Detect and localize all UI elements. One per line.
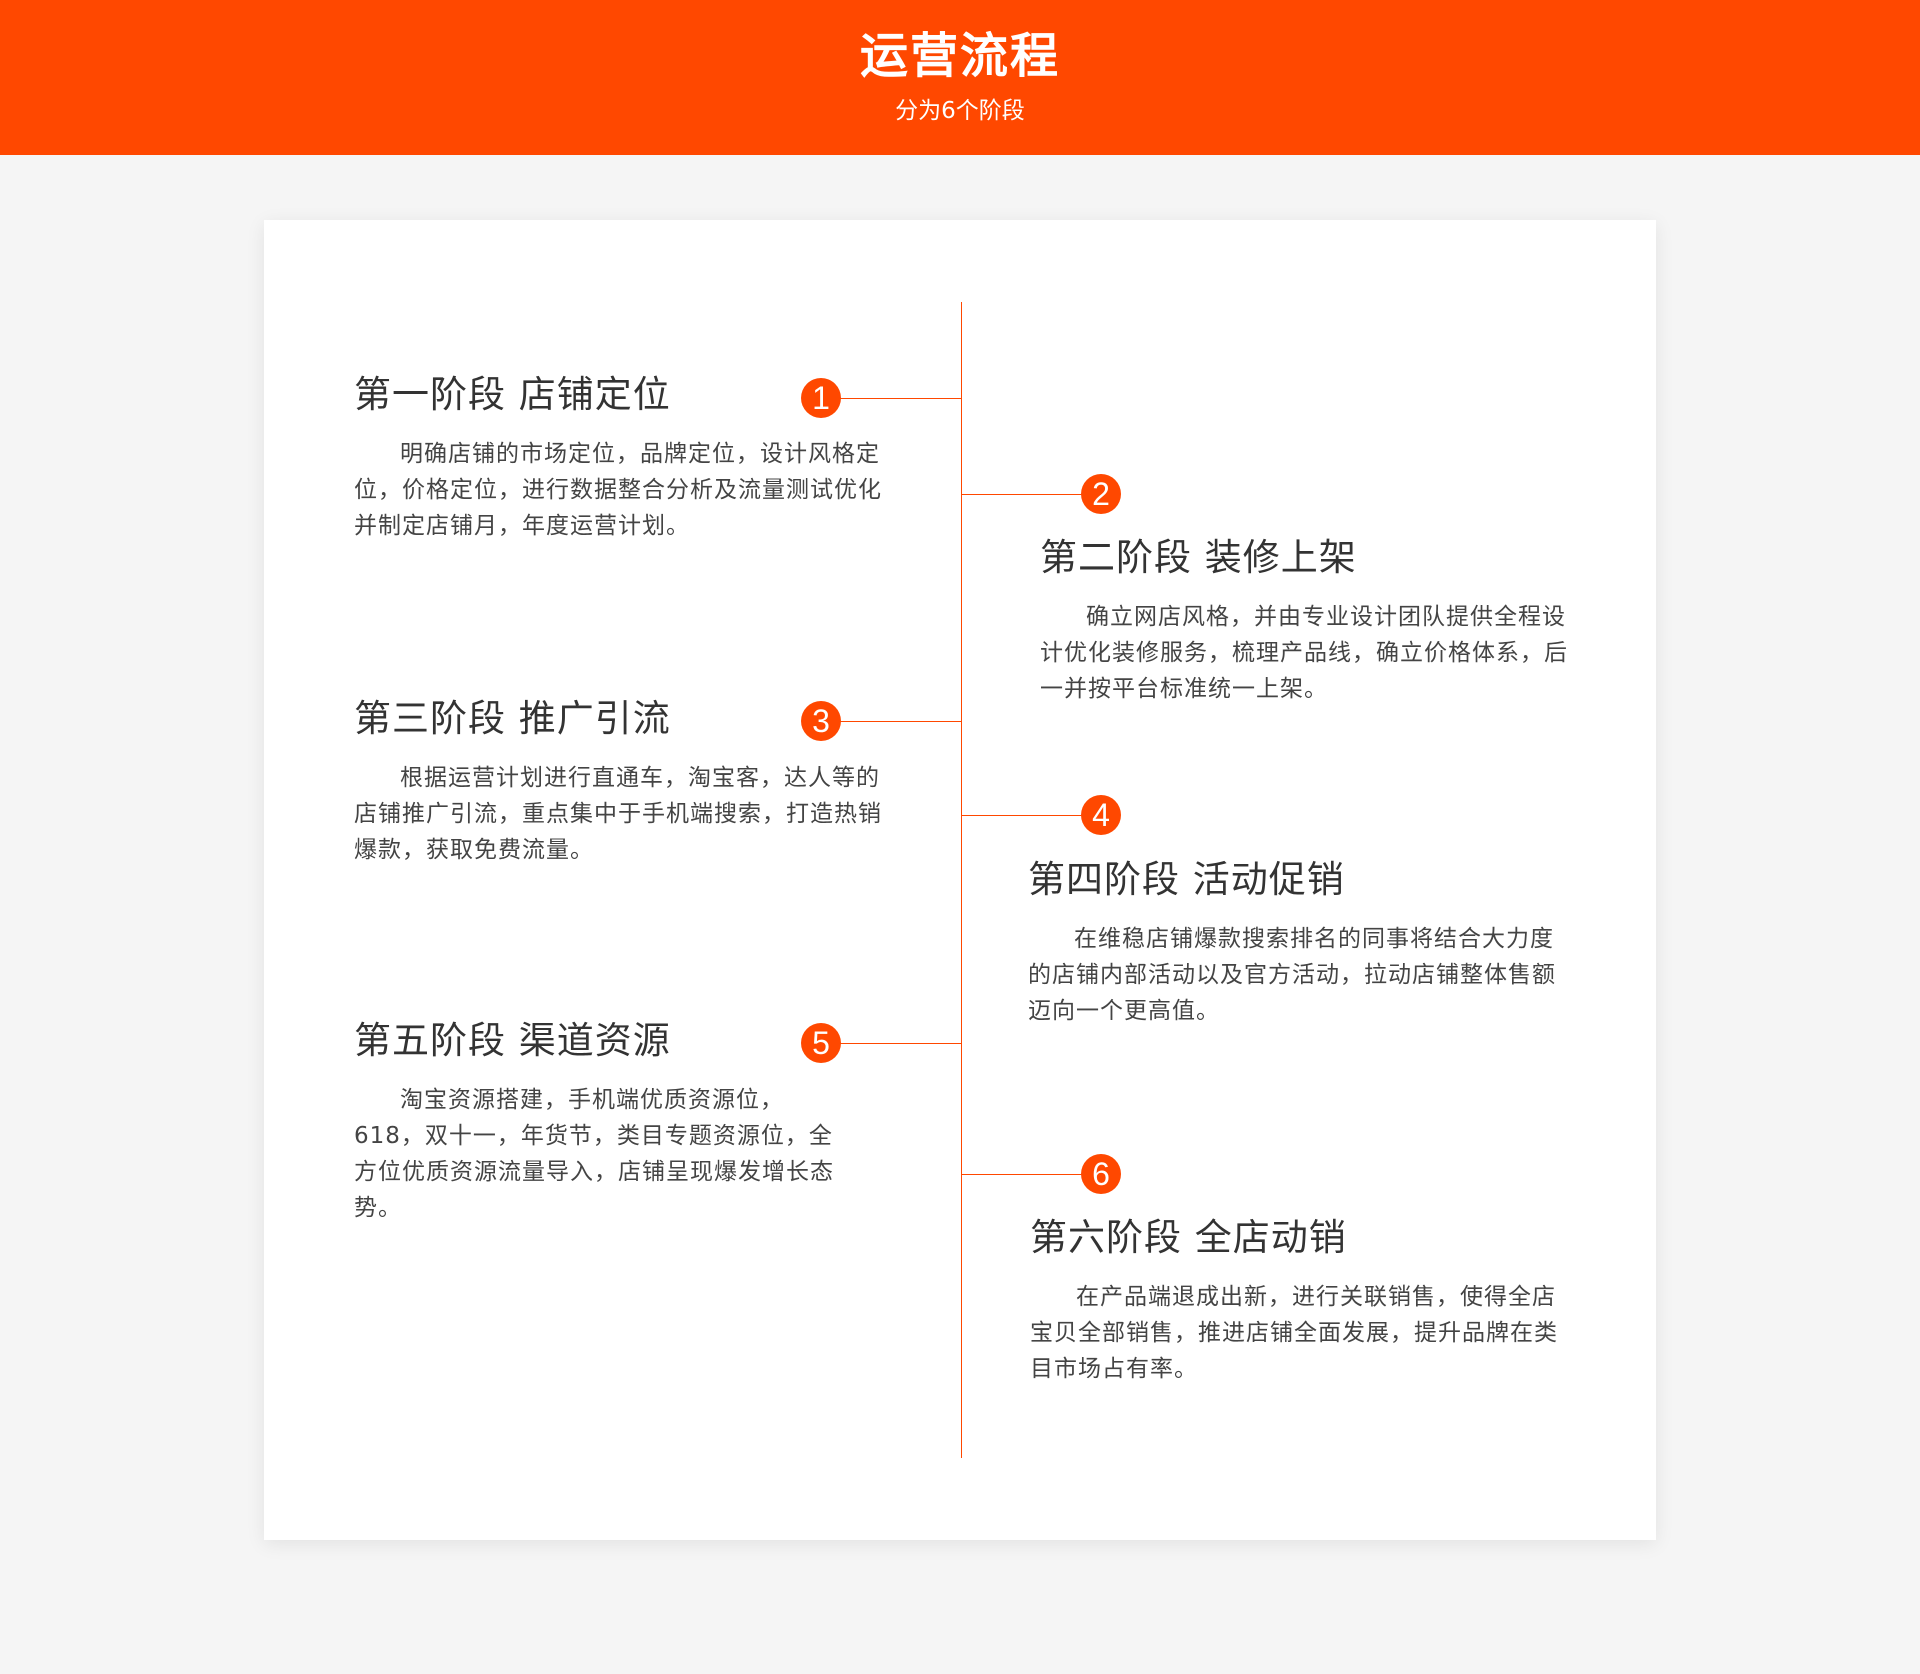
stage-3: 第三阶段 推广引流 根据运营计划进行直通车，淘宝客，达人等的店铺推广引流，重点集… [354,694,884,868]
connector-stage-6 [962,1174,1082,1175]
stage-4: 第四阶段 活动促销 在维稳店铺爆款搜索排名的同事将结合大力度的店铺内部活动以及官… [1028,855,1568,1029]
stage-number-badge-2: 2 [1081,474,1121,514]
timeline-line [961,302,962,1458]
stage-description-5: 淘宝资源搭建，手机端优质资源位，618，双十一，年货节，类目专题资源位，全方位优… [354,1087,834,1221]
stage-title-4: 第四阶段 活动促销 [1028,858,1345,901]
stage-title-5: 第五阶段 渠道资源 [354,1019,671,1062]
stage-number-badge-4: 4 [1081,795,1121,835]
stage-title-6: 第六阶段 全店动销 [1030,1216,1347,1259]
connector-stage-5 [840,1043,962,1044]
stage-description-2: 确立网店风格，并由专业设计团队提供全程设计优化装修服务，梳理产品线，确立价格体系… [1040,604,1568,702]
page-subtitle: 分为6个阶段 [895,98,1025,124]
stage-2: 第二阶段 装修上架 确立网店风格，并由专业设计团队提供全程设计优化装修服务，梳理… [1040,533,1570,707]
connector-stage-4 [962,815,1082,816]
stage-description-1: 明确店铺的市场定位，品牌定位，设计风格定位，价格定位，进行数据整合分析及流量测试… [354,441,882,539]
stage-description-4: 在维稳店铺爆款搜索排名的同事将结合大力度的店铺内部活动以及官方活动，拉动店铺整体… [1028,926,1556,1024]
stage-title-3: 第三阶段 推广引流 [354,697,671,740]
page-header: 运营流程 分为6个阶段 [0,0,1920,155]
page-title: 运营流程 [859,28,1060,84]
stage-description-3: 根据运营计划进行直通车，淘宝客，达人等的店铺推广引流，重点集中于手机端搜索，打造… [354,765,882,863]
stage-number-badge-6: 6 [1081,1154,1121,1194]
stage-title-2: 第二阶段 装修上架 [1040,536,1357,579]
stage-6: 第六阶段 全店动销 在产品端退成出新，进行关联销售，使得全店宝贝全部销售，推进店… [1030,1213,1570,1387]
stage-1: 第一阶段 店铺定位 明确店铺的市场定位，品牌定位，设计风格定位，价格定位，进行数… [354,370,884,544]
connector-stage-2 [962,494,1082,495]
stage-description-6: 在产品端退成出新，进行关联销售，使得全店宝贝全部销售，推进店铺全面发展，提升品牌… [1030,1284,1558,1382]
stage-title-1: 第一阶段 店铺定位 [354,373,671,416]
stage-5: 第五阶段 渠道资源 淘宝资源搭建，手机端优质资源位，618，双十一，年货节，类目… [354,1016,854,1226]
